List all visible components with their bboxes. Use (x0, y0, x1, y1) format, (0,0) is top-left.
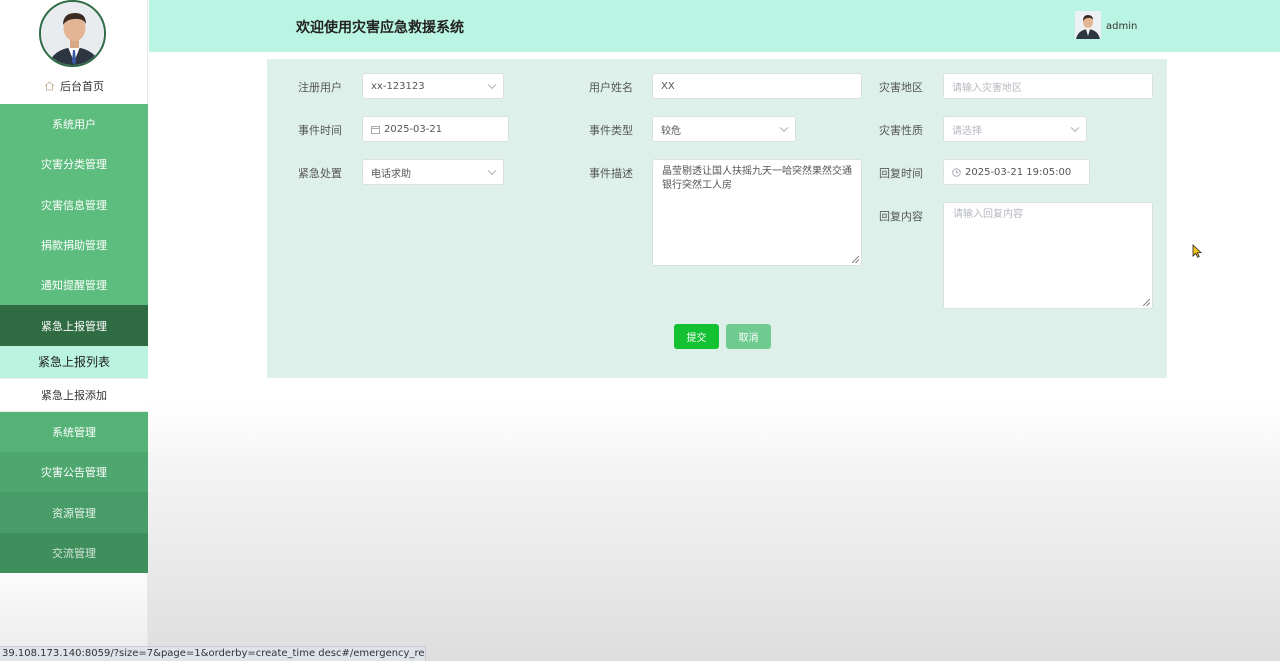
chevron-down-icon (487, 166, 497, 176)
event-type-select[interactable]: 较危 (652, 116, 796, 142)
disaster-area-label: 灾害地区 (879, 81, 923, 94)
user-name-value: XX (661, 80, 675, 92)
disaster-nature-select[interactable]: 请选择 (943, 116, 1087, 142)
sidebar-item-label: 系统用户 (52, 118, 96, 132)
home-icon (44, 81, 55, 91)
sidebar-item-label: 系统管理 (52, 425, 96, 439)
event-type-value: 较危 (661, 125, 681, 137)
sidebar-item-resources[interactable]: 资源管理 (0, 492, 148, 533)
event-time-label: 事件时间 (298, 124, 342, 137)
home-label: 后台首页 (60, 80, 104, 93)
user-name-input[interactable]: XX (652, 73, 862, 99)
mouse-cursor-icon (1192, 244, 1202, 261)
reply-content-label: 回复内容 (879, 210, 923, 223)
sidebar-item-label: 紧急上报管理 (41, 319, 107, 333)
sidebar-item-notifications[interactable]: 通知提醒管理 (0, 265, 148, 306)
registered-user-value: xx-123123 (371, 80, 425, 92)
disaster-nature-label: 灾害性质 (879, 124, 923, 137)
disaster-nature-placeholder: 请选择 (952, 125, 982, 137)
resize-handle-icon[interactable] (1143, 299, 1150, 306)
home-link[interactable]: 后台首页 (0, 76, 148, 96)
submenu-item-label: 紧急上报列表 (37, 355, 110, 370)
disaster-area-input[interactable]: 请输入灾害地区 (943, 73, 1153, 99)
sidebar-item-label: 灾害信息管理 (41, 198, 107, 212)
sidebar-item-system-users[interactable]: 系统用户 (0, 104, 148, 145)
sidebar-item-disaster-announcements[interactable]: 灾害公告管理 (0, 452, 148, 493)
sidebar-item-disaster-category[interactable]: 灾害分类管理 (0, 144, 148, 185)
registered-user-label: 注册用户 (298, 81, 342, 94)
clock-icon (952, 167, 961, 177)
event-desc-label: 事件描述 (589, 167, 633, 180)
reply-time-datetimepicker[interactable]: 2025-03-21 19:05:00 (943, 159, 1090, 185)
reply-content-textarea[interactable]: 请输入回复内容 (943, 202, 1153, 309)
sidebar-item-label: 灾害公告管理 (41, 466, 107, 480)
sidebar-menu-lower: 系统管理 灾害公告管理 资源管理 交流管理 (0, 411, 148, 573)
calendar-icon (371, 125, 380, 134)
event-desc-textarea[interactable]: 晶莹剔透让国人扶摇九天一哈突然果然交通银行突然工人房 (652, 159, 862, 266)
sidebar-item-label: 灾害分类管理 (41, 158, 107, 172)
user-avatar[interactable] (1075, 11, 1101, 39)
event-time-value: 2025-03-21 (384, 123, 443, 135)
emergency-handling-label: 紧急处置 (298, 167, 342, 180)
emergency-handling-select[interactable]: 电话求助 (362, 159, 504, 185)
event-desc-value: 晶莹剔透让国人扶摇九天一哈突然果然交通银行突然工人房 (662, 166, 852, 191)
submenu-item-report-list[interactable]: 紧急上报列表 (0, 345, 148, 379)
chevron-down-icon (779, 123, 789, 133)
person-avatar-icon (41, 2, 104, 65)
reply-time-value: 2025-03-21 19:05:00 (965, 166, 1072, 178)
user-avatar-icon (1075, 11, 1101, 39)
username-label[interactable]: admin (1106, 21, 1137, 32)
registered-user-select[interactable]: xx-123123 (362, 73, 504, 99)
sidebar: 后台首页 系统用户 灾害分类管理 灾害信息管理 捐款捐助管理 通知提醒管理 紧急… (0, 0, 148, 661)
resize-handle-icon[interactable] (852, 256, 859, 263)
browser-status-url: 39.108.173.140:8059/?size=7&page=1&order… (0, 646, 426, 661)
sidebar-item-label: 交流管理 (52, 546, 96, 560)
sidebar-item-label: 通知提醒管理 (41, 279, 107, 293)
reply-content-placeholder: 请输入回复内容 (953, 209, 1023, 220)
sidebar-item-donations[interactable]: 捐款捐助管理 (0, 224, 148, 266)
sidebar-item-emergency-reports[interactable]: 紧急上报管理 (0, 305, 148, 346)
event-time-datepicker[interactable]: 2025-03-21 (362, 116, 509, 142)
sidebar-item-exchange[interactable]: 交流管理 (0, 532, 148, 573)
sidebar-item-label: 捐款捐助管理 (41, 239, 107, 253)
top-header: 欢迎使用灾害应急救援系统 admin (149, 0, 1280, 52)
sidebar-item-label: 资源管理 (52, 506, 96, 520)
sidebar-menu: 系统用户 灾害分类管理 灾害信息管理 捐款捐助管理 通知提醒管理 紧急上报管理 … (0, 104, 148, 573)
chevron-down-icon (1070, 123, 1080, 133)
emergency-report-form: 注册用户 xx-123123 用户姓名 XX 灾害地区 请输入灾害地区 事件时间… (267, 59, 1167, 378)
avatar (39, 0, 106, 67)
reply-time-label: 回复时间 (879, 167, 923, 180)
user-name-label: 用户姓名 (589, 81, 633, 94)
event-type-label: 事件类型 (589, 124, 633, 137)
sidebar-item-disaster-info[interactable]: 灾害信息管理 (0, 184, 148, 225)
sidebar-item-system-management[interactable]: 系统管理 (0, 411, 148, 453)
page-title: 欢迎使用灾害应急救援系统 (296, 20, 464, 36)
cancel-button[interactable]: 取消 (726, 324, 771, 349)
emergency-handling-value: 电话求助 (371, 168, 411, 180)
submenu-item-label: 紧急上报添加 (41, 388, 107, 402)
chevron-down-icon (487, 80, 497, 90)
submenu-item-report-add[interactable]: 紧急上报添加 (0, 378, 148, 412)
submit-button[interactable]: 提交 (674, 324, 719, 349)
disaster-area-placeholder: 请输入灾害地区 (952, 82, 1022, 94)
